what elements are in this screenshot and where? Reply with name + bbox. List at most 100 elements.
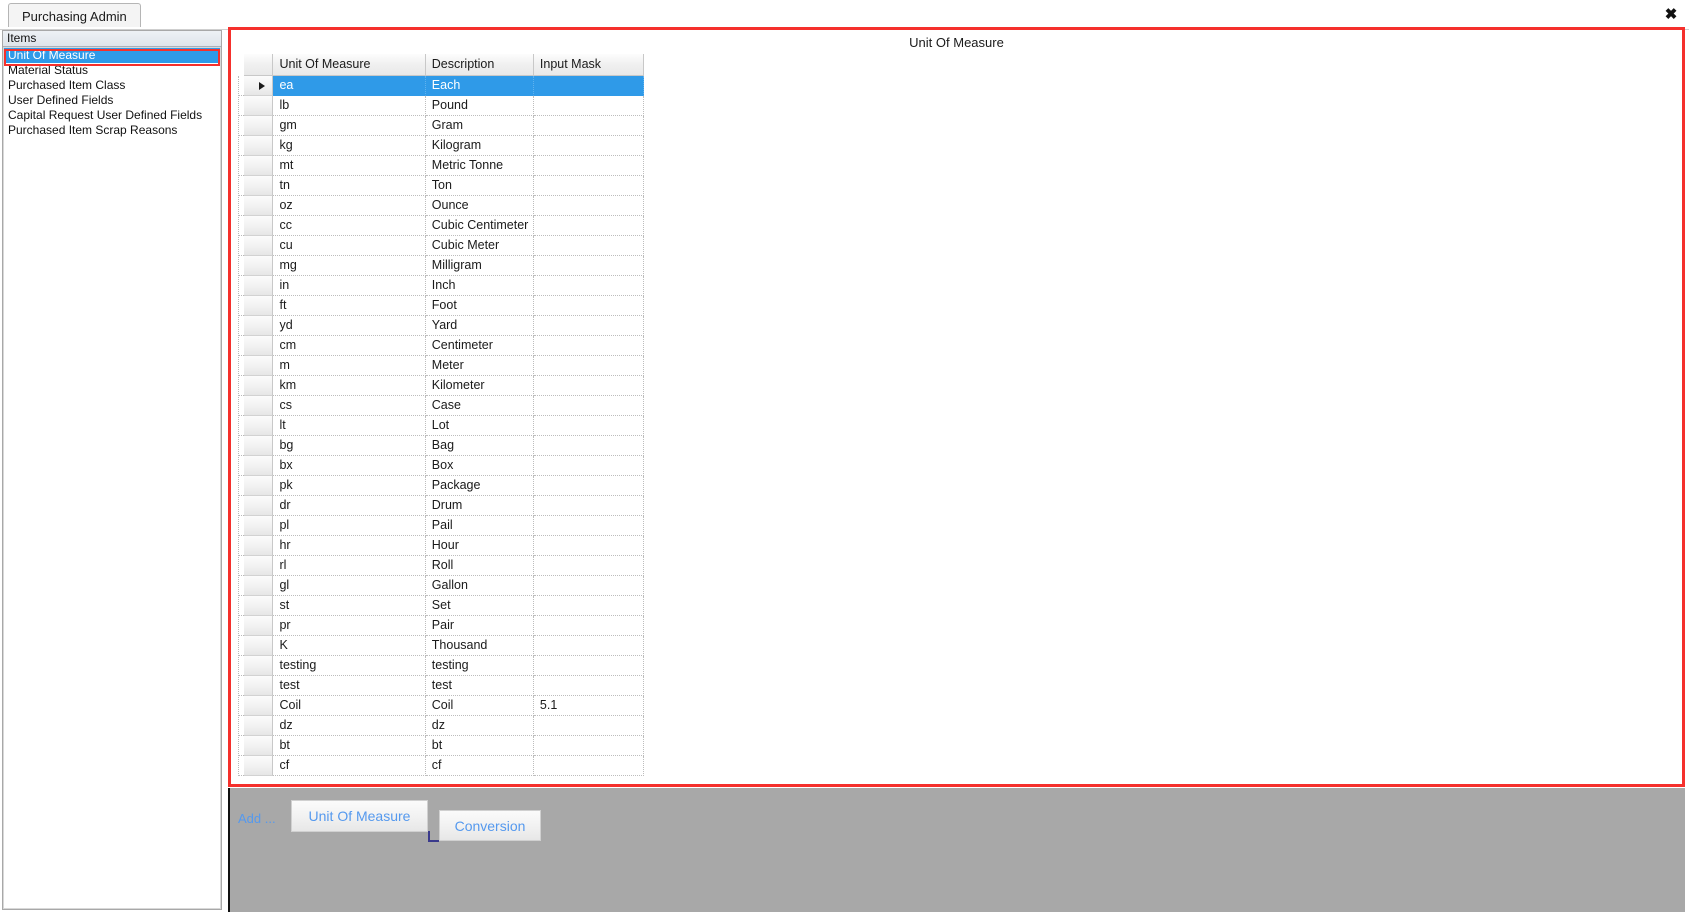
cell-input-mask[interactable] <box>533 596 644 616</box>
unit-of-measure-grid[interactable]: Unit Of Measure Description Input Mask e… <box>244 54 644 776</box>
cell-unit-of-measure[interactable]: cc <box>273 216 426 236</box>
grid-header-unit-of-measure[interactable]: Unit Of Measure <box>273 54 426 76</box>
row-selector[interactable] <box>244 696 274 716</box>
cell-description[interactable]: cf <box>425 756 534 776</box>
cell-input-mask[interactable] <box>533 516 644 536</box>
cell-unit-of-measure[interactable]: K <box>273 636 426 656</box>
table-row[interactable]: bx Box <box>244 456 644 476</box>
cell-unit-of-measure[interactable]: dz <box>273 716 426 736</box>
cell-input-mask[interactable] <box>533 676 644 696</box>
cell-unit-of-measure[interactable]: ea <box>273 76 426 96</box>
table-row[interactable]: lb Pound <box>244 96 644 116</box>
row-selector[interactable] <box>244 216 274 236</box>
row-selector[interactable] <box>244 236 274 256</box>
cell-input-mask[interactable] <box>533 276 644 296</box>
cell-unit-of-measure[interactable]: bx <box>273 456 426 476</box>
sidebar-item-purchased-item-class[interactable]: Purchased Item Class <box>4 78 220 93</box>
cell-description[interactable]: Gallon <box>425 576 534 596</box>
table-row[interactable]: kg Kilogram <box>244 136 644 156</box>
cell-description[interactable]: Kilogram <box>425 136 534 156</box>
cell-unit-of-measure[interactable]: lb <box>273 96 426 116</box>
cell-input-mask[interactable] <box>533 376 644 396</box>
cell-description[interactable]: Package <box>425 476 534 496</box>
cell-unit-of-measure[interactable]: pl <box>273 516 426 536</box>
grid-header-description[interactable]: Description <box>425 54 534 76</box>
cell-description[interactable]: Kilometer <box>425 376 534 396</box>
cell-description[interactable]: Thousand <box>425 636 534 656</box>
row-selector[interactable] <box>244 476 274 496</box>
cell-input-mask[interactable] <box>533 156 644 176</box>
row-selector[interactable] <box>244 96 274 116</box>
cell-unit-of-measure[interactable]: cs <box>273 396 426 416</box>
cell-description[interactable]: Inch <box>425 276 534 296</box>
row-selector[interactable] <box>244 456 274 476</box>
cell-description[interactable]: Case <box>425 396 534 416</box>
table-row[interactable]: mt Metric Tonne <box>244 156 644 176</box>
cell-description[interactable]: Each <box>425 76 534 96</box>
table-row[interactable]: pl Pail <box>244 516 644 536</box>
table-row[interactable]: rl Roll <box>244 556 644 576</box>
cell-description[interactable]: test <box>425 676 534 696</box>
table-row[interactable]: gm Gram <box>244 116 644 136</box>
cell-input-mask[interactable] <box>533 196 644 216</box>
row-selector[interactable] <box>244 176 274 196</box>
sidebar-item-purchased-item-scrap-reasons[interactable]: Purchased Item Scrap Reasons <box>4 123 220 138</box>
row-selector[interactable] <box>244 136 274 156</box>
row-selector[interactable] <box>244 576 274 596</box>
table-row[interactable]: oz Ounce <box>244 196 644 216</box>
row-selector[interactable] <box>244 256 274 276</box>
cell-description[interactable]: Box <box>425 456 534 476</box>
cell-input-mask[interactable] <box>533 496 644 516</box>
row-selector[interactable] <box>244 736 274 756</box>
cell-input-mask[interactable] <box>533 756 644 776</box>
cell-unit-of-measure[interactable]: oz <box>273 196 426 216</box>
row-selector[interactable] <box>244 356 274 376</box>
row-selector[interactable] <box>244 116 274 136</box>
cell-input-mask[interactable] <box>533 536 644 556</box>
row-selector[interactable] <box>244 656 274 676</box>
cell-description[interactable]: Centimeter <box>425 336 534 356</box>
cell-unit-of-measure[interactable]: lt <box>273 416 426 436</box>
cell-unit-of-measure[interactable]: ft <box>273 296 426 316</box>
cell-unit-of-measure[interactable]: dr <box>273 496 426 516</box>
table-row[interactable]: km Kilometer <box>244 376 644 396</box>
cell-unit-of-measure[interactable]: km <box>273 376 426 396</box>
cell-input-mask[interactable] <box>533 416 644 436</box>
cell-description[interactable]: Gram <box>425 116 534 136</box>
table-row[interactable]: Coil Coil 5.1 <box>244 696 644 716</box>
cell-input-mask[interactable] <box>533 356 644 376</box>
cell-unit-of-measure[interactable]: tn <box>273 176 426 196</box>
row-selector[interactable] <box>244 536 274 556</box>
row-selector[interactable] <box>244 596 274 616</box>
cell-description[interactable]: Pail <box>425 516 534 536</box>
table-row[interactable]: test test <box>244 676 644 696</box>
cell-input-mask[interactable] <box>533 556 644 576</box>
cell-description[interactable]: Bag <box>425 436 534 456</box>
cell-unit-of-measure[interactable]: in <box>273 276 426 296</box>
cell-input-mask[interactable] <box>533 256 644 276</box>
table-row[interactable]: cm Centimeter <box>244 336 644 356</box>
table-row[interactable]: st Set <box>244 596 644 616</box>
cell-description[interactable]: Set <box>425 596 534 616</box>
row-selector[interactable] <box>244 376 274 396</box>
row-selector[interactable] <box>244 336 274 356</box>
cell-unit-of-measure[interactable]: Coil <box>273 696 426 716</box>
row-selector[interactable] <box>244 556 274 576</box>
table-row[interactable]: cc Cubic Centimeter <box>244 216 644 236</box>
cell-description[interactable]: Cubic Meter <box>425 236 534 256</box>
cell-unit-of-measure[interactable]: pr <box>273 616 426 636</box>
cell-description[interactable]: Meter <box>425 356 534 376</box>
row-selector[interactable] <box>244 196 274 216</box>
table-row[interactable]: in Inch <box>244 276 644 296</box>
cell-input-mask[interactable] <box>533 736 644 756</box>
table-row[interactable]: lt Lot <box>244 416 644 436</box>
row-selector[interactable] <box>244 756 274 776</box>
cell-input-mask[interactable] <box>533 296 644 316</box>
cell-unit-of-measure[interactable]: bg <box>273 436 426 456</box>
table-row[interactable]: pk Package <box>244 476 644 496</box>
add-conversion-button[interactable]: Conversion <box>439 810 541 841</box>
cell-input-mask[interactable]: 5.1 <box>533 696 644 716</box>
row-selector[interactable] <box>244 636 274 656</box>
cell-input-mask[interactable] <box>533 336 644 356</box>
table-row[interactable]: cf cf <box>244 756 644 776</box>
